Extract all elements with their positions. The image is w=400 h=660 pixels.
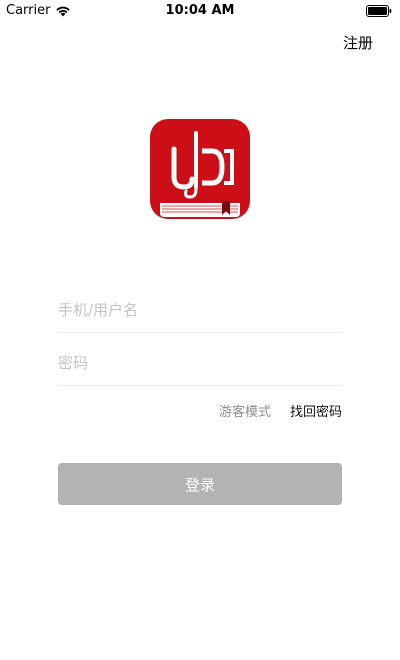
guest-mode-link[interactable]: 游客模式 (219, 401, 271, 420)
status-bar: Carrier 10:04 AM (0, 0, 400, 22)
login-screen: Carrier 10:04 AM 注册 手机/用户名 游客模式 找回密码 登录 (0, 0, 400, 660)
username-input[interactable] (58, 288, 342, 332)
username-field (58, 288, 342, 333)
status-time: 10:04 AM (165, 3, 235, 18)
login-button[interactable]: 登录 (58, 463, 342, 505)
forgot-password-link[interactable]: 找回密码 (290, 401, 342, 420)
book-logo-icon (150, 119, 250, 219)
battery-icon (366, 5, 392, 17)
register-button[interactable]: 注册 (343, 32, 373, 53)
password-field (58, 341, 342, 386)
password-input[interactable] (58, 341, 342, 385)
